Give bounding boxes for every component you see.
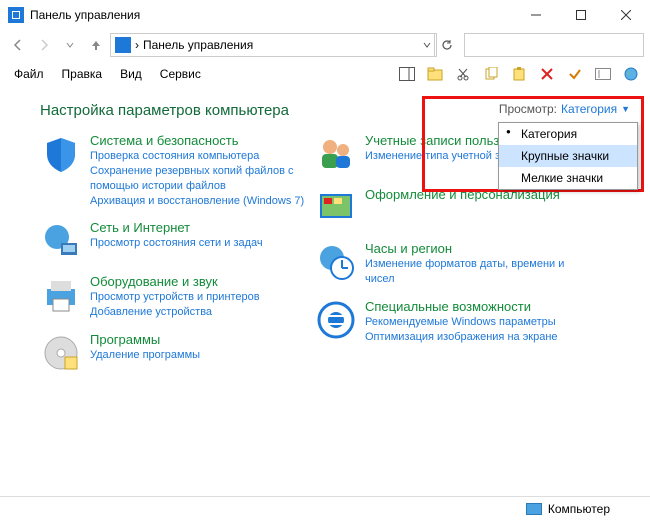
category-appearance: Оформление и персонализация: [315, 187, 580, 229]
category-title[interactable]: Часы и регион: [365, 241, 580, 256]
accessibility-icon: [315, 299, 357, 341]
recent-dropdown[interactable]: [58, 33, 82, 57]
paste-icon[interactable]: [506, 62, 532, 86]
content-area: Настройка параметров компьютера Просмотр…: [0, 88, 650, 496]
rename-icon[interactable]: [590, 62, 616, 86]
check-icon[interactable]: [562, 62, 588, 86]
minimize-button[interactable]: [513, 0, 558, 30]
category-link[interactable]: Просмотр устройств и принтеров: [90, 290, 260, 305]
personalization-icon: [315, 187, 357, 229]
folder-options-icon[interactable]: [422, 62, 448, 86]
close-button[interactable]: [603, 0, 648, 30]
category-link[interactable]: Проверка состояния компьютера: [90, 149, 305, 164]
dropdown-option-category[interactable]: Категория: [499, 123, 637, 145]
view-by-dropdown[interactable]: Категория Крупные значки Мелкие значки: [498, 122, 638, 190]
category-programs: Программы Удаление программы: [40, 332, 305, 374]
category-link[interactable]: Изменение типа учетной за: [365, 149, 506, 164]
address-bar[interactable]: ›: [110, 33, 437, 57]
status-text: Компьютер: [548, 502, 610, 516]
disc-icon: [40, 332, 82, 374]
statusbar: Компьютер: [0, 496, 650, 520]
shield-icon: [40, 133, 82, 175]
preview-pane-icon[interactable]: [394, 62, 420, 86]
refresh-button[interactable]: [434, 33, 458, 57]
category-network: Сеть и Интернет Просмотр состояния сети …: [40, 220, 305, 262]
globe-icon[interactable]: [618, 62, 644, 86]
app-icon: [8, 7, 24, 23]
maximize-button[interactable]: [558, 0, 603, 30]
category-title[interactable]: Сеть и Интернет: [90, 220, 263, 235]
menu-edit[interactable]: Правка: [54, 63, 111, 85]
users-icon: [315, 133, 357, 175]
computer-icon: [526, 503, 542, 515]
address-input[interactable]: [143, 38, 418, 52]
cut-icon[interactable]: [450, 62, 476, 86]
category-title[interactable]: Система и безопасность: [90, 133, 305, 148]
category-title[interactable]: Программы: [90, 332, 200, 347]
delete-icon[interactable]: [534, 62, 560, 86]
category-link[interactable]: Просмотр состояния сети и задач: [90, 236, 263, 251]
menu-file[interactable]: Файл: [6, 63, 52, 85]
category-link[interactable]: Оптимизация изображения на экране: [365, 330, 558, 345]
category-link[interactable]: Сохранение резервных копий файлов с помо…: [90, 164, 305, 194]
up-button[interactable]: [84, 33, 108, 57]
dropdown-option-small-icons[interactable]: Мелкие значки: [499, 167, 637, 189]
window-title: Панель управления: [30, 8, 513, 22]
category-hardware: Оборудование и звук Просмотр устройств и…: [40, 274, 305, 320]
view-by-control: Просмотр: Категория ▼: [499, 102, 630, 116]
menu-tools[interactable]: Сервис: [152, 63, 209, 85]
back-button[interactable]: [6, 33, 30, 57]
category-accessibility: Специальные возможности Рекомендуемые Wi…: [315, 299, 580, 345]
clock-globe-icon: [315, 241, 357, 283]
category-link[interactable]: Архивация и восстановление (Windows 7): [90, 194, 305, 209]
category-link[interactable]: Изменение форматов даты, времени и чисел: [365, 257, 580, 287]
chevron-down-icon[interactable]: ▼: [621, 104, 630, 114]
menu-view[interactable]: Вид: [112, 63, 150, 85]
printer-icon: [40, 274, 82, 316]
view-by-label: Просмотр:: [499, 102, 557, 116]
navbar: ›: [0, 30, 650, 60]
category-title[interactable]: Учетные записи польз: [365, 133, 506, 148]
category-title[interactable]: Специальные возможности: [365, 299, 558, 314]
category-title[interactable]: Оборудование и звук: [90, 274, 260, 289]
copy-icon[interactable]: [478, 62, 504, 86]
view-by-value[interactable]: Категория: [561, 102, 617, 116]
category-link[interactable]: Добавление устройства: [90, 305, 260, 320]
titlebar: Панель управления: [0, 0, 650, 30]
search-box[interactable]: [464, 33, 644, 57]
category-clock-region: Часы и регион Изменение форматов даты, в…: [315, 241, 580, 287]
category-column-left: Система и безопасность Проверка состояни…: [40, 133, 305, 374]
breadcrumb-sep: ›: [135, 38, 139, 52]
category-system-security: Система и безопасность Проверка состояни…: [40, 133, 305, 208]
chevron-down-icon[interactable]: [422, 40, 432, 50]
search-input[interactable]: [465, 34, 643, 56]
menubar: Файл Правка Вид Сервис: [0, 60, 650, 88]
category-link[interactable]: Рекомендуемые Windows параметры: [365, 315, 558, 330]
forward-button[interactable]: [32, 33, 56, 57]
control-panel-icon: [115, 37, 131, 53]
dropdown-option-large-icons[interactable]: Крупные значки: [499, 145, 637, 167]
globe-network-icon: [40, 220, 82, 262]
category-link[interactable]: Удаление программы: [90, 348, 200, 363]
